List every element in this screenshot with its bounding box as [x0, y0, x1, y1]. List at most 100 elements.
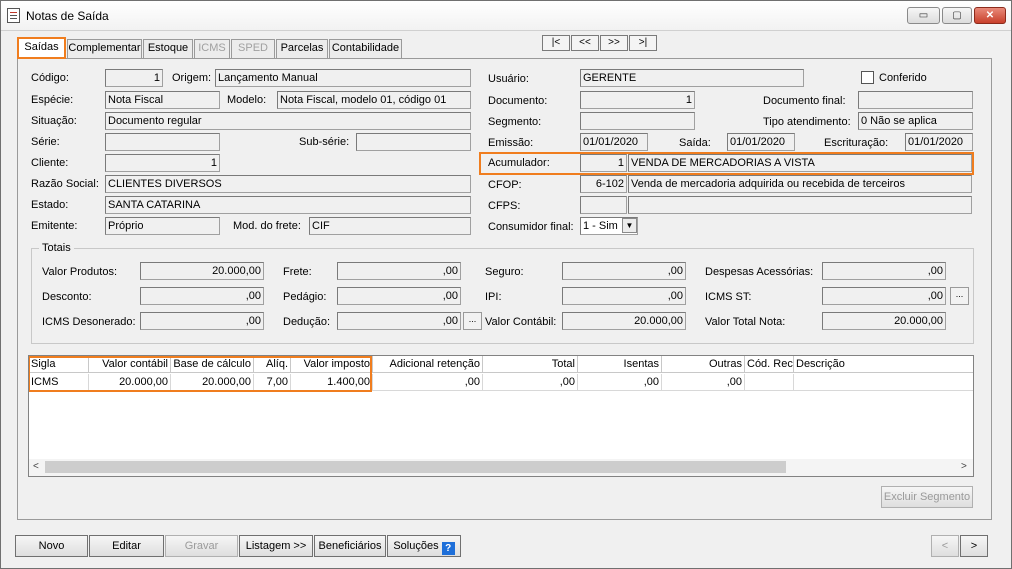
usuario-field[interactable]: GERENTE	[580, 69, 804, 87]
valor-contabil-field[interactable]: 20.000,00	[562, 312, 686, 330]
emissao-field[interactable]: 01/01/2020	[580, 133, 648, 151]
especie-field[interactable]: Nota Fiscal	[105, 91, 220, 109]
tab-parcelas[interactable]: Parcelas	[276, 39, 328, 58]
subserie-field[interactable]	[356, 133, 471, 151]
codigo-label: Código:	[31, 72, 69, 84]
ipi-field[interactable]: ,00	[562, 287, 686, 305]
valor-total-nota-field[interactable]: 20.000,00	[822, 312, 946, 330]
razao-social-field[interactable]: CLIENTES DIVERSOS	[105, 175, 471, 193]
tab-icms[interactable]: ICMS	[194, 39, 230, 58]
tab-complementar[interactable]: Complementar	[67, 39, 142, 58]
column-header[interactable]: Cód. Rec.	[745, 356, 794, 373]
table-cell[interactable]	[745, 374, 794, 391]
seguro-field[interactable]: ,00	[562, 262, 686, 280]
title-bar: Notas de Saída ▭ ▢ ✕	[1, 1, 1011, 31]
editar-button[interactable]: Editar	[89, 535, 164, 557]
acumulador-code-field[interactable]: 1	[580, 154, 627, 172]
escrituracao-field[interactable]: 01/01/2020	[905, 133, 973, 151]
listagem-button[interactable]: Listagem >>	[239, 535, 313, 557]
table-cell[interactable]: ,00	[483, 374, 578, 391]
cfps-code-field[interactable]	[580, 196, 627, 214]
tab-sped[interactable]: SPED	[231, 39, 275, 58]
mod-frete-field[interactable]: CIF	[309, 217, 471, 235]
tab-estoque[interactable]: Estoque	[143, 39, 193, 58]
table-cell[interactable]	[794, 374, 973, 391]
previous-record-button[interactable]: <<	[571, 35, 599, 51]
despesas-acessorias-field[interactable]: ,00	[822, 262, 946, 280]
deducao-field[interactable]: ,00	[337, 312, 461, 330]
segmento-label: Segmento:	[488, 116, 542, 128]
last-record-button[interactable]: >|	[629, 35, 657, 51]
situacao-field[interactable]: Documento regular	[105, 112, 471, 130]
gravar-button[interactable]: Gravar	[165, 535, 238, 557]
valor-total-nota-label: Valor Total Nota:	[705, 316, 786, 328]
saida-field[interactable]: 01/01/2020	[727, 133, 795, 151]
documento-field[interactable]: 1	[580, 91, 695, 109]
tipo-atendimento-field[interactable]: 0 Não se aplica	[858, 112, 973, 130]
modelo-label: Modelo:	[227, 94, 267, 106]
frete-field[interactable]: ,00	[337, 262, 461, 280]
column-header[interactable]: Adicional retenção	[373, 356, 483, 373]
table-cell[interactable]: ,00	[578, 374, 662, 391]
grid-highlight	[29, 356, 372, 392]
close-button[interactable]: ✕	[974, 7, 1006, 24]
excluir-segmento-button[interactable]: Excluir Segmento	[881, 486, 973, 508]
table-cell[interactable]: ,00	[373, 374, 483, 391]
scroll-right-icon[interactable]: >	[961, 461, 967, 472]
icms-st-field[interactable]: ,00	[822, 287, 946, 305]
documento-final-field[interactable]	[858, 91, 973, 109]
previous-button[interactable]: <	[931, 535, 959, 557]
acumulador-label: Acumulador:	[488, 157, 550, 169]
documento-label: Documento:	[488, 95, 548, 107]
column-header[interactable]: Isentas	[578, 356, 662, 373]
conferido-checkbox[interactable]	[861, 71, 874, 84]
escrituracao-label: Escrituração:	[824, 137, 889, 149]
deducao-ellipsis-button[interactable]: ...	[463, 312, 482, 330]
horizontal-scrollbar[interactable]: < >	[29, 459, 973, 476]
valor-contabil-label: Valor Contábil:	[485, 316, 557, 328]
table-cell[interactable]: ,00	[662, 374, 745, 391]
maximize-button[interactable]: ▢	[942, 7, 972, 24]
desconto-field[interactable]: ,00	[140, 287, 264, 305]
ipi-label: IPI:	[485, 291, 502, 303]
cliente-field[interactable]: 1	[105, 154, 220, 172]
emitente-field[interactable]: Próprio	[105, 217, 220, 235]
icms-desonerado-field[interactable]: ,00	[140, 312, 264, 330]
solucoes-button[interactable]: Soluções ?	[387, 535, 461, 557]
seguro-label: Seguro:	[485, 266, 524, 278]
column-header[interactable]: Total	[483, 356, 578, 373]
origem-label: Origem:	[172, 72, 212, 84]
icms-desonerado-label: ICMS Desonerado:	[42, 316, 136, 328]
beneficiarios-button[interactable]: Beneficiários	[314, 535, 386, 557]
column-header[interactable]: Descrição	[794, 356, 973, 373]
tipo-atendimento-label: Tipo atendimento:	[763, 116, 851, 128]
tab-contabilidade[interactable]: Contabilidade	[329, 39, 402, 58]
first-record-button[interactable]: |<	[542, 35, 570, 51]
novo-button[interactable]: Novo	[15, 535, 88, 557]
frete-label: Frete:	[283, 266, 312, 278]
next-record-button[interactable]: >>	[600, 35, 628, 51]
scroll-left-icon[interactable]: <	[33, 461, 39, 472]
estado-field[interactable]: SANTA CATARINA	[105, 196, 471, 214]
cfps-description-field	[628, 196, 972, 214]
pedagio-field[interactable]: ,00	[337, 287, 461, 305]
deducao-label: Dedução:	[283, 316, 331, 328]
serie-field[interactable]	[105, 133, 220, 151]
cfop-code-field[interactable]: 6-102	[580, 175, 627, 193]
next-button[interactable]: >	[960, 535, 988, 557]
codigo-field[interactable]: 1	[105, 69, 163, 87]
modelo-field[interactable]: Nota Fiscal, modelo 01, código 01	[277, 91, 471, 109]
origem-field[interactable]: Lançamento Manual	[215, 69, 471, 87]
acumulador-description-field: VENDA DE MERCADORIAS A VISTA	[628, 154, 972, 172]
icms-st-ellipsis-button[interactable]: ...	[950, 287, 969, 305]
segmento-field[interactable]	[580, 112, 695, 130]
column-header[interactable]: Outras	[662, 356, 745, 373]
totais-title: Totais	[39, 242, 74, 254]
scrollbar-thumb[interactable]	[45, 461, 786, 473]
chevron-down-icon[interactable]: ▼	[622, 218, 637, 233]
tab-saidas[interactable]: Saídas	[17, 37, 66, 59]
mod-frete-label: Mod. do frete:	[233, 220, 301, 232]
valor-produtos-field[interactable]: 20.000,00	[140, 262, 264, 280]
minimize-button[interactable]: ▭	[907, 7, 940, 24]
document-icon	[7, 8, 20, 23]
